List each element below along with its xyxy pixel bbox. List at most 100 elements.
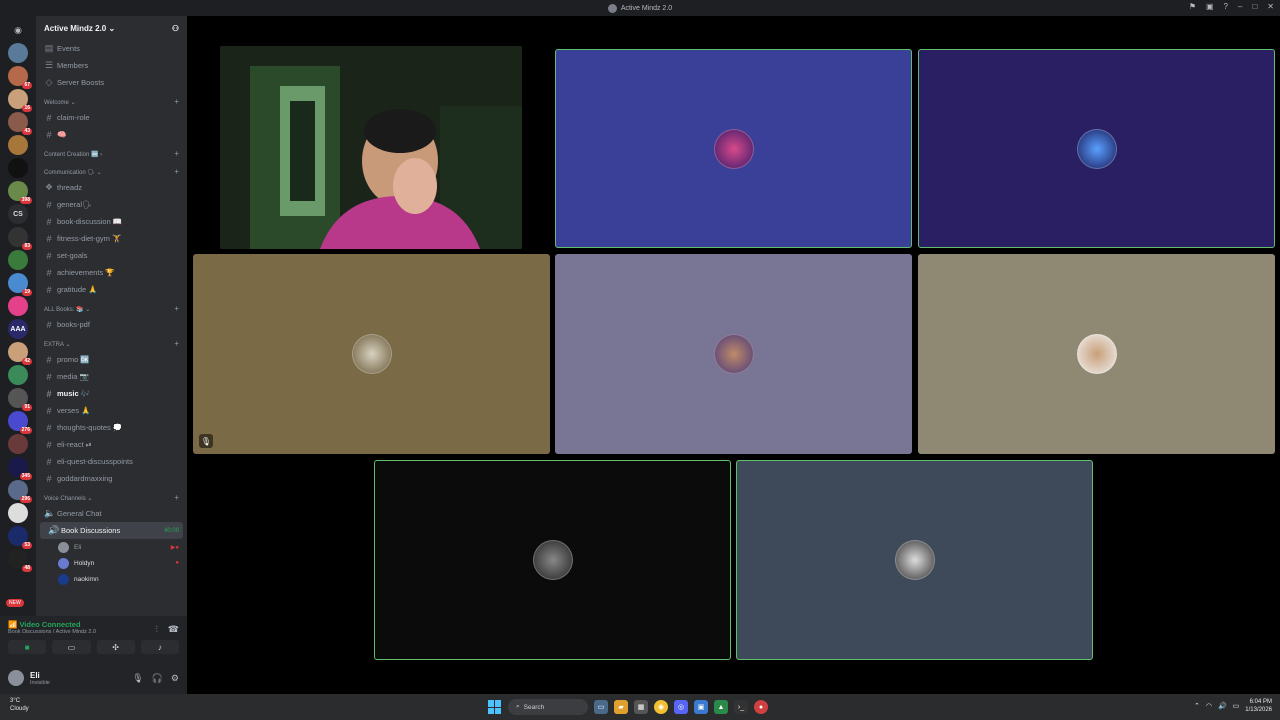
connection-location[interactable]: Book Discussions / Active Mindz 2.0 xyxy=(8,629,96,635)
video-tile[interactable] xyxy=(555,49,912,248)
server-icon[interactable]: 43 xyxy=(8,112,32,135)
channel-claim-role[interactable]: # claim-role xyxy=(36,109,187,126)
category-content-creation[interactable]: Content Creation 🆕 › + xyxy=(36,143,187,161)
video-tile[interactable] xyxy=(918,254,1275,454)
help-icon[interactable]: ? xyxy=(1224,2,1228,11)
battery-icon[interactable]: ▭ xyxy=(1233,702,1240,710)
add-channel-icon[interactable]: + xyxy=(174,304,179,313)
server-icon[interactable]: 19 xyxy=(8,273,32,296)
category-all-books[interactable]: ALL Books: 📚 ⌄ + xyxy=(36,298,187,316)
voice-channel-general-chat[interactable]: 🔈 General Chat xyxy=(36,505,187,522)
inbox-icon[interactable]: ▣ xyxy=(1206,2,1214,11)
server-icon[interactable]: 48 xyxy=(8,549,32,572)
minimize-button[interactable]: – xyxy=(1238,2,1242,11)
channel-eli-quest-discusspoints[interactable]: # eli-quest-discusspoints xyxy=(36,453,187,470)
server-icon[interactable]: 42 xyxy=(8,342,32,365)
add-channel-icon[interactable]: + xyxy=(174,493,179,502)
channel-achievements[interactable]: # achievements 🏆 xyxy=(36,264,187,281)
server-icon-aaa[interactable]: AAA xyxy=(8,319,28,339)
chrome-icon[interactable]: ◉ xyxy=(654,700,668,714)
server-icon[interactable] xyxy=(8,434,28,454)
discord-icon[interactable]: ◎ xyxy=(674,700,688,714)
video-tile[interactable] xyxy=(555,254,912,454)
category-extra[interactable]: EXTRA ⌄ + xyxy=(36,333,187,351)
server-icon[interactable]: 91 xyxy=(8,388,32,411)
channel-thoughts-quotes[interactable]: # thoughts-quotes 💭 xyxy=(36,419,187,436)
clock[interactable]: 6:04 PM 1/13/2026 xyxy=(1245,698,1272,714)
discord-home-icon[interactable]: ◉ xyxy=(6,20,30,40)
windows-start-icon[interactable] xyxy=(488,700,502,714)
server-icon[interactable]: 345 xyxy=(8,457,32,480)
channel-gratitude[interactable]: # gratitude 🙏 xyxy=(36,281,187,298)
volume-icon[interactable]: 🔊 xyxy=(1218,702,1227,710)
microphone-icon[interactable]: 🎙 xyxy=(132,673,143,684)
channel-promo[interactable]: # promo 🆗 xyxy=(36,351,187,368)
server-icon[interactable] xyxy=(8,503,28,523)
add-channel-icon[interactable]: + xyxy=(174,339,179,348)
activities-button[interactable]: ✣ xyxy=(96,640,135,654)
server-icon[interactable]: 67 xyxy=(8,66,32,89)
video-tile[interactable] xyxy=(736,460,1093,660)
chevron-up-icon[interactable]: ⌃ xyxy=(1194,702,1200,710)
channel-fitness-diet-gym[interactable]: # fitness-diet-gym 🏋 xyxy=(36,230,187,247)
channel-goddardmaxxing[interactable]: # goddardmaxxing xyxy=(36,470,187,487)
channel-eli-react[interactable]: # eli-react ⏯ xyxy=(36,436,187,453)
screen-share-button[interactable]: ▭ xyxy=(52,640,91,654)
category-voice-channels[interactable]: Voice Channels ⌄ + xyxy=(36,487,187,505)
voice-channel-book-discussions[interactable]: 🔊 Book Discussions 40:09 xyxy=(40,522,183,539)
server-icon[interactable] xyxy=(8,250,28,270)
add-channel-icon[interactable]: + xyxy=(174,167,179,176)
server-boosts-item[interactable]: ◇ Server Boosts xyxy=(36,74,187,91)
server-icon[interactable] xyxy=(8,43,28,63)
taskbar-search[interactable]: ⌕ Search xyxy=(508,699,588,715)
category-communication[interactable]: Communication 🗣 ⌄ + xyxy=(36,161,187,179)
server-icon[interactable]: 16 xyxy=(8,89,32,112)
store-icon[interactable]: ▦ xyxy=(634,700,648,714)
add-channel-icon[interactable]: + xyxy=(174,97,179,106)
maximize-button[interactable]: □ xyxy=(1252,2,1257,11)
calendar-app-icon[interactable]: ▣ xyxy=(694,700,708,714)
camera-button[interactable]: ■ xyxy=(8,640,47,654)
app-icon[interactable]: ▲ xyxy=(714,700,728,714)
server-icon[interactable]: 53 xyxy=(8,526,32,549)
voice-user-eli[interactable]: Eli ▶● xyxy=(36,539,187,555)
server-icon-cs[interactable]: CS xyxy=(8,204,28,224)
channel-media[interactable]: # media 📷 xyxy=(36,368,187,385)
disconnect-icon[interactable]: ☎ xyxy=(168,624,179,635)
flag-icon[interactable]: ⚑ xyxy=(1189,2,1196,11)
video-tile[interactable] xyxy=(374,460,731,660)
server-icon[interactable]: 83 xyxy=(8,227,32,250)
server-icon[interactable]: 398 xyxy=(8,181,32,204)
events-item[interactable]: ▤ Events xyxy=(36,40,187,57)
channel-verses[interactable]: # verses 🙏 xyxy=(36,402,187,419)
server-icon[interactable] xyxy=(8,135,28,155)
noise-suppression-icon[interactable]: ⫶ xyxy=(156,624,158,635)
server-icon[interactable]: 276 xyxy=(8,411,32,434)
task-view-icon[interactable]: ▭ xyxy=(594,700,608,714)
server-icon[interactable] xyxy=(8,365,28,385)
connection-status[interactable]: 📶 Video Connected xyxy=(8,620,96,629)
voice-user-holdyn[interactable]: Holdyn ● xyxy=(36,555,187,571)
file-explorer-icon[interactable]: ▰ xyxy=(614,700,628,714)
add-member-icon[interactable]: ⚇ xyxy=(172,24,179,33)
weather-widget[interactable]: 3°C Cloudy xyxy=(10,697,29,713)
soundboard-button[interactable]: ♪ xyxy=(140,640,179,654)
channel-books-pdf[interactable]: # books-pdf xyxy=(36,316,187,333)
channel-set-goals[interactable]: # set-goals xyxy=(36,247,187,264)
server-icon[interactable]: 296 xyxy=(8,480,32,503)
channel-threadz[interactable]: ❖ threadz xyxy=(36,179,187,196)
video-tile[interactable]: 🎙 xyxy=(193,254,550,454)
members-item[interactable]: ☰ Members xyxy=(36,57,187,74)
terminal-icon[interactable]: ›_ xyxy=(734,700,748,714)
video-tile[interactable] xyxy=(918,49,1275,248)
server-header[interactable]: Active Mindz 2.0 ⌄ ⚇ xyxy=(36,16,187,40)
channel-brain[interactable]: # 🧠 xyxy=(36,126,187,143)
category-welcome[interactable]: Welcome ⌄ + xyxy=(36,91,187,109)
wifi-icon[interactable]: ◠ xyxy=(1206,702,1212,710)
server-icon[interactable] xyxy=(8,158,28,178)
channel-general[interactable]: # general🗣 xyxy=(36,196,187,213)
headphones-icon[interactable]: 🎧 xyxy=(152,673,163,684)
gear-icon[interactable]: ⚙ xyxy=(171,673,179,684)
server-icon[interactable] xyxy=(8,296,28,316)
voice-user-naokimn[interactable]: naokimn xyxy=(36,571,187,587)
